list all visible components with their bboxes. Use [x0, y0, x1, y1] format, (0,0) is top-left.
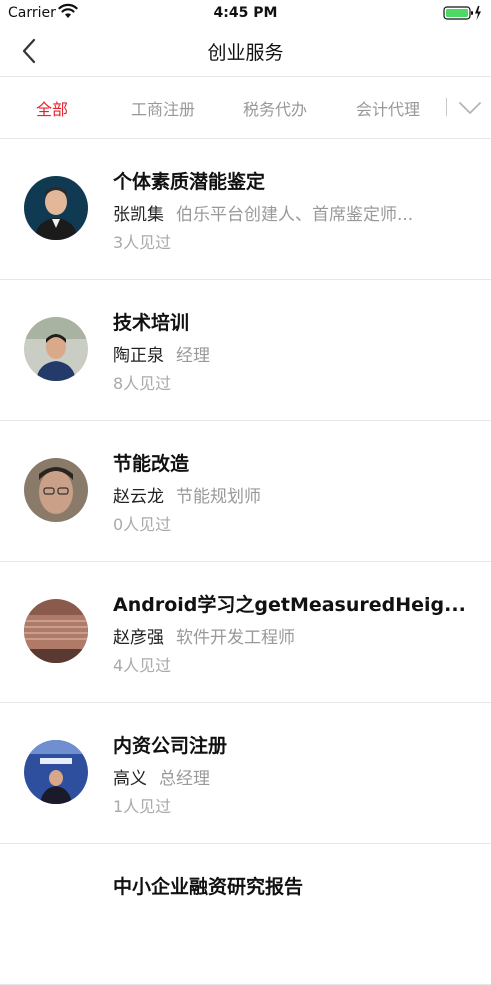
tab-more-button[interactable] — [455, 95, 485, 121]
item-name: 高义 — [113, 769, 147, 789]
chevron-down-icon — [459, 102, 481, 114]
avatar — [24, 176, 88, 240]
item-title: 个体素质潜能鉴定 — [113, 171, 266, 193]
item-role: 节能规划师 — [176, 487, 261, 507]
item-role: 伯乐平台创建人、首席鉴定师... — [176, 205, 414, 225]
item-title: 中小企业融资研究报告 — [113, 876, 304, 898]
tab-all[interactable]: 全部 — [36, 96, 68, 120]
list-item[interactable]: 节能改造 赵云龙 节能规划师 0人见过 — [0, 421, 491, 562]
item-title: 技术培训 — [113, 312, 190, 334]
battery-icon — [443, 5, 483, 21]
status-time: 4:45 PM — [213, 5, 278, 21]
list-item[interactable]: 内资公司注册 高义 总经理 1人见过 — [0, 703, 491, 844]
list-item[interactable]: 中小企业融资研究报告 — [0, 844, 491, 985]
list-item[interactable]: 技术培训 陶正泉 经理 8人见过 — [0, 280, 491, 421]
tab-accounting-agency[interactable]: 会计代理 — [356, 96, 420, 120]
tab-business-registration[interactable]: 工商注册 — [131, 96, 195, 120]
item-subtitle: 赵云龙 节能规划师 — [113, 482, 468, 507]
item-subtitle: 陶正泉 经理 — [113, 341, 468, 366]
item-role: 软件开发工程师 — [176, 628, 295, 648]
navigation-bar: 创业服务 — [0, 26, 491, 77]
list-item[interactable]: Android学习之getMeasuredHeig... 赵彦强 软件开发工程师 … — [0, 562, 491, 703]
category-tabs: 全部 工商注册 税务代办 会计代理 — [0, 77, 491, 139]
item-view-count: 0人见过 — [113, 515, 172, 534]
avatar — [24, 599, 88, 663]
status-bar: Carrier 4:45 PM — [0, 0, 491, 26]
item-subtitle: 张凯集 伯乐平台创建人、首席鉴定师... — [113, 200, 468, 225]
avatar — [24, 317, 88, 381]
item-name: 张凯集 — [113, 205, 164, 225]
page-title: 创业服务 — [207, 42, 284, 64]
item-name: 赵彦强 — [113, 628, 164, 648]
tab-divider — [446, 98, 447, 116]
item-subtitle: 高义 总经理 — [113, 764, 468, 789]
item-name: 赵云龙 — [113, 487, 164, 507]
item-view-count: 3人见过 — [113, 233, 172, 252]
tab-tax-agency[interactable]: 税务代办 — [243, 96, 307, 120]
avatar — [24, 881, 88, 945]
item-title: 节能改造 — [113, 453, 190, 475]
item-role: 总经理 — [159, 769, 210, 789]
item-role: 经理 — [176, 346, 210, 366]
item-subtitle: 赵彦强 软件开发工程师 — [113, 623, 468, 648]
item-title: 内资公司注册 — [113, 735, 228, 757]
avatar — [24, 458, 88, 522]
item-view-count: 4人见过 — [113, 656, 172, 675]
item-view-count: 8人见过 — [113, 374, 172, 393]
item-name: 陶正泉 — [113, 346, 164, 366]
list-item[interactable]: 个体素质潜能鉴定 张凯集 伯乐平台创建人、首席鉴定师... 3人见过 — [0, 139, 491, 280]
avatar — [24, 740, 88, 804]
item-title: Android学习之getMeasuredHeig... — [113, 594, 466, 616]
item-view-count: 1人见过 — [113, 797, 172, 816]
